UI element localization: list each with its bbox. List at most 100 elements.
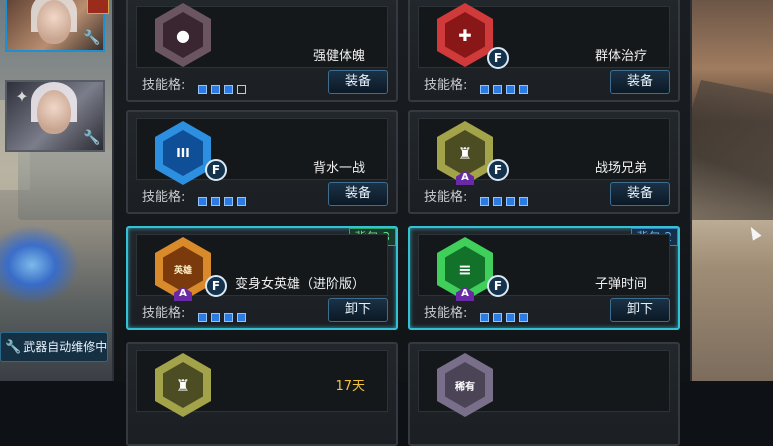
skill-name: 战场兄弟 <box>594 161 647 176</box>
skill-card-header: ♜ A F 战场兄弟 <box>418 118 670 185</box>
skill-hex-icon: ✚ <box>437 3 493 67</box>
character-portrait-selected[interactable]: 🔧 <box>5 0 109 52</box>
skill-slot-filled <box>237 313 246 322</box>
auto-repair-label: 武器自动维修中 <box>23 340 108 354</box>
skill-slots <box>480 79 532 98</box>
skill-slot-filled <box>506 85 515 94</box>
skill-slot-filled <box>493 197 502 206</box>
f-key-icon: F <box>487 275 509 297</box>
skill-name: 子弹时间 <box>594 277 647 292</box>
wrench-icon: 🔧 <box>83 30 101 46</box>
skill-slot-filled <box>211 197 220 206</box>
rank-chevron-icon: III <box>163 130 203 176</box>
skill-card-battle-brothers[interactable]: ♜ A F 战场兄弟 技能格: 装备 <box>408 110 680 214</box>
f-key-icon: F <box>487 159 509 181</box>
character-face <box>37 0 71 44</box>
wrench-icon: 🔧 <box>5 340 22 355</box>
character-portrait-secondary[interactable]: ✦ 🔧 <box>5 80 105 152</box>
ammo-icon: ≡ <box>445 246 485 292</box>
skill-slots <box>198 191 250 210</box>
skill-slot-filled <box>519 197 528 206</box>
skill-slot-filled <box>480 313 489 322</box>
soldier-icon: ♜ <box>445 130 485 176</box>
skill-list-panel: ● 强健体魄 技能格: 装备 ✚ F 群体治疗 技能格: 装备 III F 背水… <box>112 0 692 446</box>
skill-slots-label: 技能格: <box>142 78 186 93</box>
skill-card-header: ≡ A F 子弹时间 <box>418 234 670 301</box>
equip-button[interactable]: 装备 <box>328 182 388 206</box>
equip-button[interactable]: 装备 <box>610 182 670 206</box>
skill-hex-icon: III <box>155 121 211 185</box>
skill-card-header: ✚ F 群体治疗 <box>418 3 670 69</box>
skill-slots <box>198 79 250 98</box>
skill-slot-filled <box>493 85 502 94</box>
f-key-icon: F <box>205 159 227 181</box>
skill-slot-filled <box>506 313 515 322</box>
hero-emblem-icon: 英雄 <box>163 246 203 292</box>
rare-tag: 稀有 <box>445 362 485 408</box>
skill-card-heroine-transform[interactable]: 背包 3 英雄 A F 变身女英雄（进阶版） 技能格: 卸下 <box>126 226 398 330</box>
skill-name: 群体治疗 <box>594 49 647 64</box>
skill-card-header: III F 背水一战 <box>136 118 388 185</box>
skill-slots-label: 技能格: <box>424 190 468 205</box>
skill-slot-filled <box>198 313 207 322</box>
equip-button[interactable]: 装备 <box>328 70 388 94</box>
skill-card-strong-body[interactable]: ● 强健体魄 技能格: 装备 <box>126 0 398 102</box>
skill-hex-icon: ♜ <box>155 353 211 417</box>
unequip-button[interactable]: 卸下 <box>328 298 388 322</box>
skill-slot-filled <box>480 197 489 206</box>
skill-hex-icon: 稀有 <box>437 353 493 417</box>
skill-slot-filled <box>198 197 207 206</box>
background-scene-right <box>678 0 773 381</box>
skill-slot-filled <box>493 313 502 322</box>
weapon-glow-effect <box>0 225 80 305</box>
skill-slot-filled <box>198 85 207 94</box>
skill-slots <box>198 307 250 326</box>
skill-name: 背水一战 <box>312 161 365 176</box>
skill-card-header: 稀有 <box>418 350 670 417</box>
skill-slots-label: 技能格: <box>142 306 186 321</box>
skill-card-header: ● 强健体魄 <box>136 3 388 68</box>
auto-repair-status: 🔧 武器自动维修中 <box>0 332 108 362</box>
rank-star-icon: ✦ <box>15 87 29 106</box>
skill-card-rare[interactable]: 稀有 <box>408 342 680 446</box>
skill-card-bullet-time[interactable]: 背包 2 ≡ A F 子弹时间 技能格: 卸下 <box>408 226 680 330</box>
f-key-icon: F <box>487 47 509 69</box>
background-tank <box>683 80 773 220</box>
background-truck <box>18 150 118 220</box>
skill-slot-filled <box>211 85 220 94</box>
character-face <box>37 90 71 134</box>
skill-slot-filled <box>480 85 489 94</box>
skill-name: 变身女英雄（进阶版） <box>234 277 365 292</box>
equip-button[interactable]: 装备 <box>610 70 670 94</box>
skill-card-timed[interactable]: ♜ 17天 <box>126 342 398 446</box>
skill-slot-filled <box>506 197 515 206</box>
skill-slots <box>480 191 532 210</box>
heal-cross-icon: ✚ <box>445 12 485 58</box>
wrench-icon: 🔧 <box>83 130 101 146</box>
skill-slot-empty <box>237 85 246 94</box>
skill-slot-filled <box>519 313 528 322</box>
unequip-button[interactable]: 卸下 <box>610 298 670 322</box>
skill-slot-filled <box>224 197 233 206</box>
skill-slot-filled <box>224 85 233 94</box>
skill-slots <box>480 307 532 326</box>
soldier-icon: ♜ <box>163 362 203 408</box>
skill-slot-filled <box>224 313 233 322</box>
skill-card-header: 英雄 A F 变身女英雄（进阶版） <box>136 234 388 301</box>
skill-card-header: ♜ 17天 <box>136 350 388 417</box>
skill-slot-filled <box>237 197 246 206</box>
rank-emblem-icon <box>87 0 109 14</box>
skill-slots-label: 技能格: <box>424 306 468 321</box>
skill-slot-filled <box>519 85 528 94</box>
f-key-icon: F <box>205 275 227 297</box>
skill-slots-label: 技能格: <box>424 78 468 93</box>
background-scene-left <box>0 0 125 381</box>
skill-hex-icon: ● <box>155 3 211 67</box>
skill-card-group-heal[interactable]: ✚ F 群体治疗 技能格: 装备 <box>408 0 680 102</box>
skill-name: 强健体魄 <box>312 49 365 64</box>
skill-duration: 17天 <box>335 379 365 394</box>
muscle-figure-icon: ● <box>163 12 203 58</box>
skill-card-last-stand[interactable]: III F 背水一战 技能格: 装备 <box>126 110 398 214</box>
skill-slot-filled <box>211 313 220 322</box>
skill-slots-label: 技能格: <box>142 190 186 205</box>
